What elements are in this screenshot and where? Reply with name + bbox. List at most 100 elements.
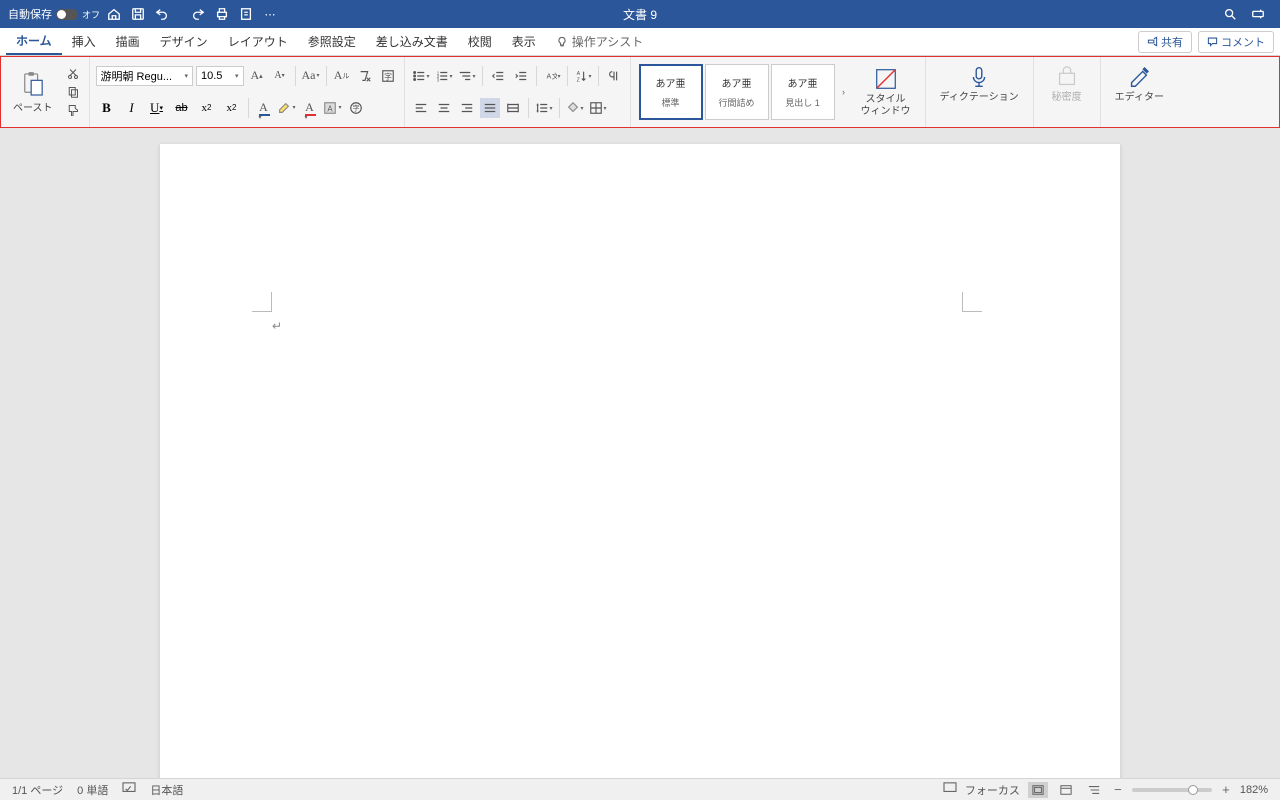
align-right-icon[interactable] [457,98,477,118]
outline-view-icon[interactable] [1084,782,1104,798]
spellcheck-icon[interactable] [122,782,136,797]
tab-home[interactable]: ホーム [6,28,62,55]
ribbon-group-editor: エディター [1101,57,1178,127]
phonetic-guide-icon[interactable]: Aル [332,66,352,86]
bold-button[interactable]: B [96,97,118,119]
zoom-out-button[interactable]: − [1112,782,1124,797]
copy-icon[interactable] [65,84,81,100]
lightbulb-icon [556,36,568,48]
save-icon[interactable] [128,4,148,24]
svg-text:Z: Z [576,77,580,83]
editor-button[interactable]: エディター [1107,60,1172,108]
paragraph-mark-icon: ↵ [272,319,282,333]
shrink-font-icon[interactable]: A▾ [270,66,290,86]
decrease-indent-icon[interactable] [488,66,508,86]
paste-button[interactable]: ペースト [7,67,59,118]
underline-button[interactable]: U▾ [146,97,168,119]
grow-font-icon[interactable]: A▴ [247,66,267,86]
word-count[interactable]: 0 単語 [77,782,108,798]
document-area[interactable]: ↵ [0,128,1280,778]
ribbon: ペースト 游明朝 Regu... 10.5 A▴ A▾ Aa Aル 字 [0,56,1280,128]
toggle-icon [56,9,78,20]
page-count[interactable]: 1/1 ページ [12,782,63,798]
multilevel-list-icon[interactable] [457,66,477,86]
tab-insert[interactable]: 挿入 [62,28,106,55]
styles-pane-button[interactable]: スタイル ウィンドウ [853,62,919,122]
increase-indent-icon[interactable] [511,66,531,86]
search-icon[interactable] [1220,4,1240,24]
styles-pane-icon [873,66,899,92]
show-marks-icon[interactable] [604,66,624,86]
tab-draw[interactable]: 描画 [106,28,150,55]
template-icon[interactable] [236,4,256,24]
asian-layout-icon[interactable]: A文 [542,66,562,86]
distributed-icon[interactable] [503,98,523,118]
web-layout-view-icon[interactable] [1056,782,1076,798]
tab-mailings[interactable]: 差し込み文書 [366,28,458,55]
comment-button[interactable]: コメント [1198,31,1274,53]
margin-mark-tr [962,292,982,312]
undo-dropdown-icon[interactable] [176,4,184,24]
enclose-characters-icon[interactable]: 字 [378,66,398,86]
ribbon-group-dictation: ディクテーション [926,57,1034,127]
strikethrough-button[interactable]: ab [171,97,193,119]
enclosed-char-icon[interactable]: 字 [346,98,366,118]
character-shading-icon[interactable]: A [323,98,343,118]
superscript-button[interactable]: x2 [221,97,243,119]
more-icon[interactable]: ⋯ [260,4,280,24]
home-icon[interactable] [104,4,124,24]
document-page[interactable]: ↵ [160,144,1120,778]
italic-button[interactable]: I [121,97,143,119]
zoom-thumb[interactable] [1188,785,1198,795]
align-left-icon[interactable] [411,98,431,118]
clear-formatting-icon[interactable] [355,66,375,86]
ribbon-options-icon[interactable] [1248,4,1268,24]
shading-icon[interactable] [565,98,585,118]
tab-layout[interactable]: レイアウト [218,28,298,55]
highlight-icon[interactable] [277,98,297,118]
align-center-icon[interactable] [434,98,454,118]
font-name-select[interactable]: 游明朝 Regu... [96,66,194,86]
font-color-icon[interactable]: A [300,98,320,118]
focus-icon[interactable] [943,782,957,797]
tab-review[interactable]: 校閲 [458,28,502,55]
svg-text:字: 字 [352,103,359,112]
tell-me-assist[interactable]: 操作アシスト [546,33,654,50]
tab-references[interactable]: 参照設定 [298,28,366,55]
titlebar-left: 自動保存 オフ ⋯ [0,4,280,24]
clipboard-mini [63,64,83,120]
redo-icon[interactable] [188,4,208,24]
style-no-spacing[interactable]: あア亜 行間詰め [705,64,769,120]
share-button[interactable]: 共有 [1138,31,1192,53]
styles-more-icon[interactable]: › [837,87,851,97]
undo-icon[interactable] [152,4,172,24]
justify-icon[interactable] [480,98,500,118]
svg-text:3: 3 [436,77,439,82]
cut-icon[interactable] [65,66,81,82]
subscript-button[interactable]: x2 [196,97,218,119]
change-case-icon[interactable]: Aa [301,66,321,86]
zoom-slider[interactable] [1132,788,1212,792]
focus-label[interactable]: フォーカス [965,782,1020,798]
text-effects-icon[interactable]: A [254,98,274,118]
borders-icon[interactable] [588,98,608,118]
font-size-select[interactable]: 10.5 [196,66,244,86]
zoom-level[interactable]: 182% [1240,784,1268,796]
tab-design[interactable]: デザイン [150,28,218,55]
dictation-button[interactable]: ディクテーション [932,60,1027,108]
tabbar-right: 共有 コメント [1138,31,1274,53]
sort-icon[interactable]: AZ [573,66,593,86]
language-status[interactable]: 日本語 [150,782,183,798]
print-layout-view-icon[interactable] [1028,782,1048,798]
style-heading1[interactable]: あア亜 見出し 1 [771,64,835,120]
zoom-in-button[interactable]: + [1220,782,1232,797]
print-icon[interactable] [212,4,232,24]
line-spacing-icon[interactable] [534,98,554,118]
tab-view[interactable]: 表示 [502,28,546,55]
format-painter-icon[interactable] [65,102,81,118]
tab-bar: ホーム 挿入 描画 デザイン レイアウト 参照設定 差し込み文書 校閲 表示 操… [0,28,1280,56]
bullets-icon[interactable] [411,66,431,86]
numbering-icon[interactable]: 123 [434,66,454,86]
style-normal[interactable]: あア亜 標準 [639,64,703,120]
autosave-toggle[interactable]: 自動保存 オフ [8,6,100,22]
